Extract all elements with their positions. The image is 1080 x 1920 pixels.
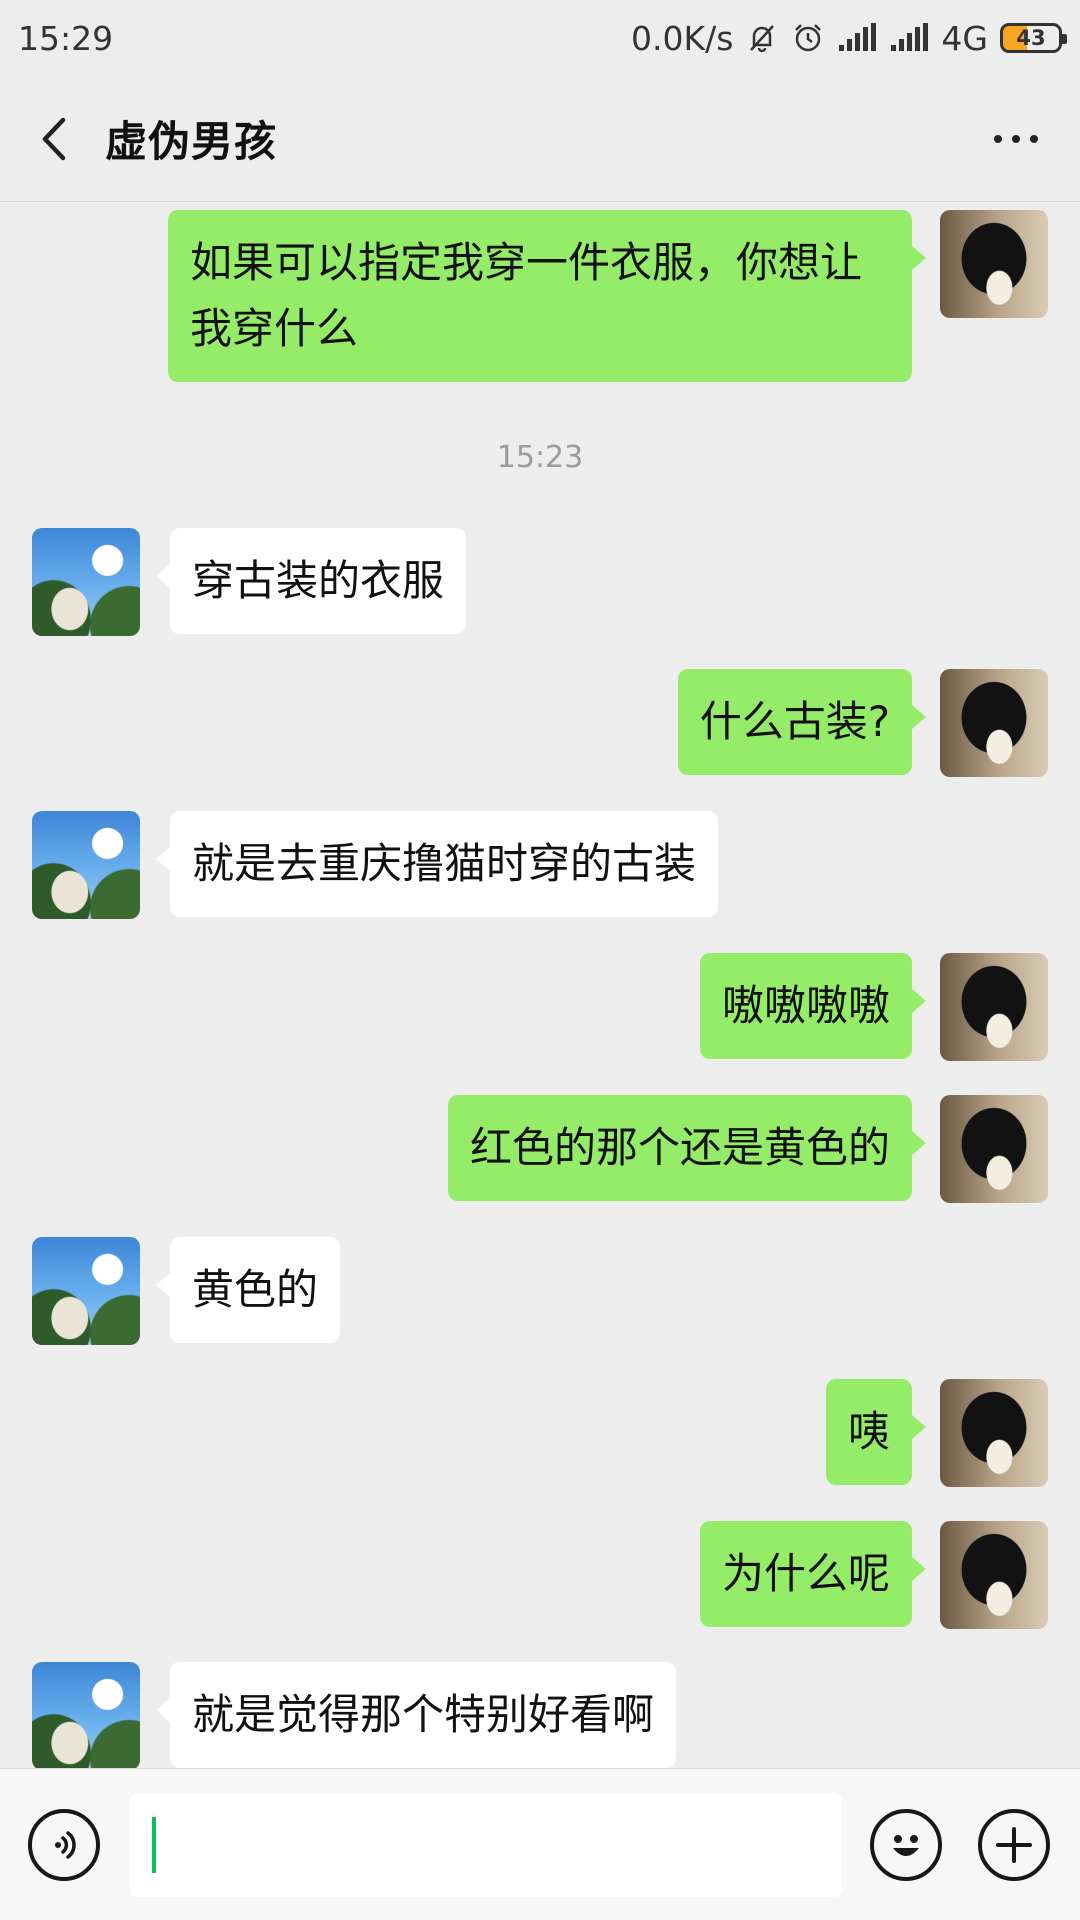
more-dots-icon-dot	[1030, 134, 1038, 143]
my-avatar[interactable]	[940, 953, 1048, 1061]
back-button[interactable]	[10, 76, 100, 201]
emoji-icon	[893, 1835, 919, 1856]
contact-avatar[interactable]	[32, 1662, 140, 1768]
battery-indicator: 43	[1000, 23, 1067, 53]
network-type: 4G	[941, 18, 988, 58]
my-avatar[interactable]	[940, 1095, 1048, 1203]
status-icons: 0.0K/s 4G 43	[630, 18, 1067, 58]
mute-bell-icon	[745, 21, 779, 55]
message-list[interactable]: 如果可以指定我穿一件衣服，你想让我穿什么 15:23 穿古装的衣服 什么古装? …	[0, 202, 1080, 1768]
plus-icon	[996, 1827, 1032, 1863]
signal-icon	[837, 23, 877, 53]
more-dots-icon-dot	[1012, 134, 1020, 143]
contact-avatar[interactable]	[32, 811, 140, 919]
message-bubble-incoming[interactable]: 就是去重庆撸猫时穿的古装	[155, 811, 719, 917]
signal-icon	[889, 23, 929, 53]
emoji-button[interactable]	[870, 1809, 942, 1881]
contact-avatar[interactable]	[32, 1237, 140, 1345]
network-speed: 0.0K/s	[630, 18, 734, 58]
message-bubble-outgoing[interactable]: 为什么呢	[699, 1521, 927, 1627]
chat-title: 虚伪男孩	[105, 117, 278, 166]
alarm-icon	[791, 21, 825, 55]
my-avatar[interactable]	[940, 1521, 1048, 1629]
status-bar: 15:29 0.0K/s 4G 43	[0, 0, 1080, 76]
add-button[interactable]	[978, 1809, 1050, 1881]
message-bubble-outgoing[interactable]: 嗷嗷嗷嗷	[699, 953, 927, 1059]
more-dots-icon	[994, 134, 1002, 143]
message-input[interactable]	[130, 1793, 842, 1897]
contact-avatar[interactable]	[32, 528, 140, 636]
chat-header: 虚伪男孩	[0, 76, 1080, 202]
message-bubble-outgoing[interactable]: 如果可以指定我穿一件衣服，你想让我穿什么	[168, 210, 926, 382]
status-time: 15:29	[18, 18, 114, 58]
voice-icon	[55, 1831, 76, 1859]
message-bubble-incoming[interactable]: 就是觉得那个特别好看啊	[155, 1662, 677, 1768]
message-bubble-outgoing[interactable]: 什么古装?	[677, 669, 927, 775]
more-button[interactable]	[994, 76, 1038, 201]
message-bubble-incoming[interactable]: 黄色的	[155, 1237, 341, 1343]
chevron-left-icon	[42, 117, 66, 160]
chat-input-bar	[0, 1768, 1080, 1920]
my-avatar[interactable]	[940, 210, 1048, 318]
message-bubble-outgoing[interactable]: 咦	[825, 1379, 927, 1485]
message-timestamp: 15:23	[496, 440, 584, 475]
message-bubble-incoming[interactable]: 穿古装的衣服	[155, 528, 467, 634]
message-bubble-outgoing[interactable]: 红色的那个还是黄色的	[447, 1095, 927, 1201]
text-cursor	[152, 1817, 156, 1873]
my-avatar[interactable]	[940, 1379, 1048, 1487]
voice-button[interactable]	[28, 1809, 100, 1881]
my-avatar[interactable]	[940, 669, 1048, 777]
